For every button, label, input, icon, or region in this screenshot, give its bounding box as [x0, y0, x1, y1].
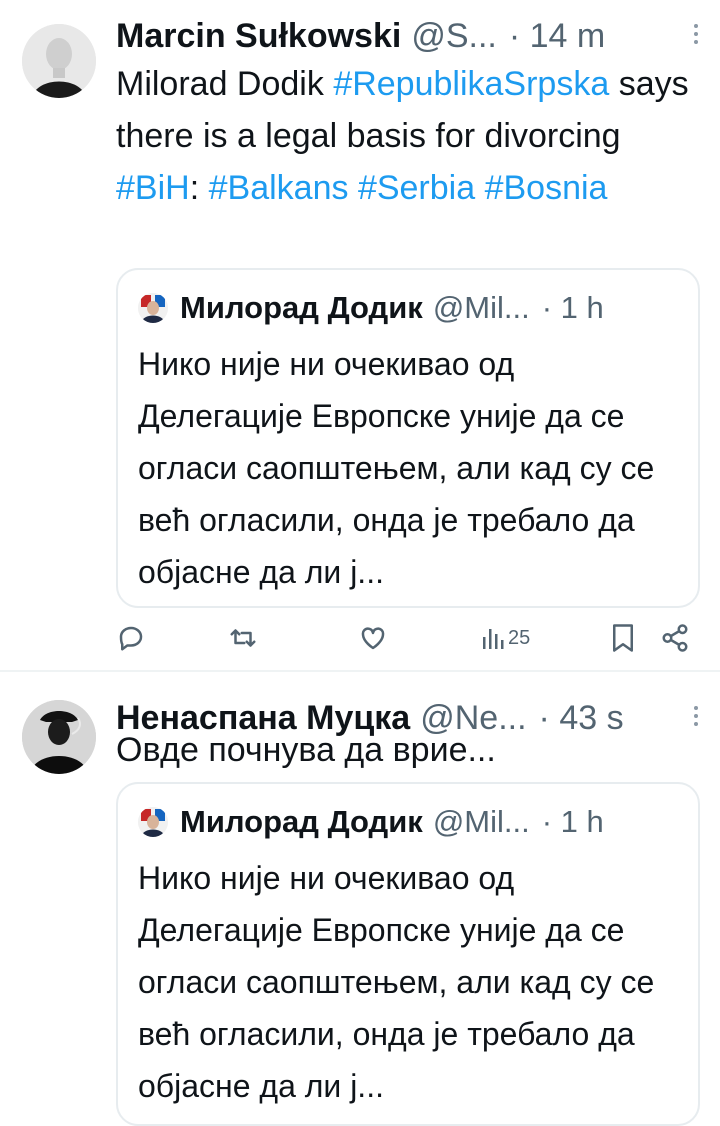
quote-author-name: Милорад Додик [180, 290, 423, 325]
quote-header: Милорад Додик @Mil... · 1 h [138, 288, 678, 328]
like-icon[interactable] [358, 620, 388, 656]
quoted-tweet[interactable]: Милорад Додик @Mil... · 1 h Нико није ни… [116, 268, 700, 608]
text-segment: Milorad Dodik [116, 65, 334, 103]
reply-icon[interactable] [116, 620, 146, 656]
tweet[interactable]: Ненаспана Муцка @Ne... · 43 s Овде почну… [0, 672, 720, 1126]
quote-timestamp: · 1 h [541, 290, 604, 325]
avatar-image [22, 24, 96, 98]
quote-text: Нико није ни очекивао од Делегације Евро… [138, 860, 655, 1104]
quote-author-handle: @Mil... [432, 290, 530, 325]
views-button[interactable]: 25 [482, 620, 530, 656]
hashtag-link[interactable]: #BiH [116, 169, 190, 207]
views-icon [483, 629, 504, 649]
quote-avatar-image [138, 293, 168, 323]
quote-avatar [138, 807, 168, 837]
quoted-tweet[interactable]: Милорад Додик @Mil... · 1 h Нико није ни… [116, 782, 700, 1126]
more-options-icon[interactable] [692, 20, 700, 50]
hashtag-link[interactable]: #Bosnia [485, 169, 608, 207]
views-count: 25 [508, 626, 531, 649]
action-bar: 25 [116, 620, 700, 656]
quote-timestamp: · 1 h [541, 804, 604, 839]
tweet-text: Овде почнува да врие... [116, 731, 496, 769]
quote-author-handle: @Mil... [432, 804, 530, 839]
share-icon[interactable] [660, 620, 690, 656]
avatar[interactable] [22, 700, 96, 774]
hashtag-link[interactable]: #Serbia [358, 169, 475, 207]
text-segment [348, 169, 357, 207]
text-segment: : [189, 169, 209, 207]
avatar-image [22, 700, 96, 774]
text-segment [475, 169, 484, 207]
tweet-text: Milorad Dodik #RepublikaSrpska says ther… [116, 58, 706, 214]
hashtag-link[interactable]: #Balkans [209, 169, 349, 207]
author-name[interactable]: Marcin Sułkowski [116, 17, 401, 56]
retweet-icon[interactable] [228, 620, 258, 656]
quote-header: Милорад Додик @Mil... · 1 h [138, 802, 678, 842]
quote-author-name: Милорад Додик [180, 804, 423, 839]
quote-avatar-image [138, 807, 168, 837]
tweet[interactable]: Marcin Sułkowski @S... · 14 m Milorad Do… [0, 0, 720, 670]
timestamp[interactable]: · 14 m [509, 17, 605, 56]
avatar[interactable] [22, 24, 96, 98]
tweet-header: Marcin Sułkowski @S... · 14 m [116, 14, 700, 58]
quote-avatar [138, 293, 168, 323]
quote-text: Нико није ни очекивао од Делегације Евро… [138, 346, 655, 590]
bookmark-icon[interactable] [610, 620, 636, 656]
hashtag-link[interactable]: #RepublikaSrpska [333, 65, 609, 103]
author-handle[interactable]: @S... [411, 17, 497, 56]
